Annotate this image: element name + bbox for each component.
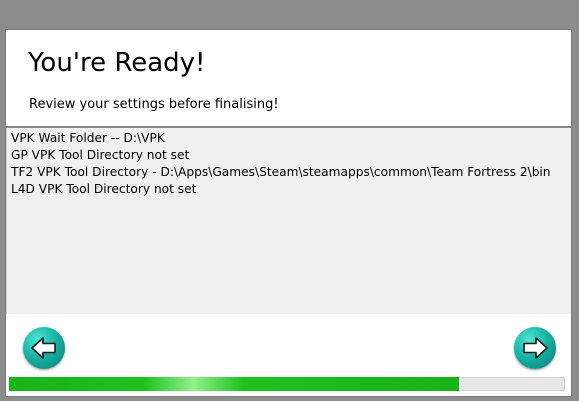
setting-line: TF2 VPK Tool Directory - D:\Apps\Games\S…: [11, 165, 551, 179]
arrow-right-icon: [523, 337, 548, 359]
arrow-left-icon: [31, 337, 56, 359]
setting-line: L4D VPK Tool Directory not set: [11, 182, 197, 196]
settings-list: VPK Wait Folder -- D:\VPK GP VPK Tool Di…: [7, 128, 571, 198]
page-title: You're Ready!: [28, 48, 206, 78]
wizard-window: You're Ready! Review your settings befor…: [6, 30, 571, 396]
setting-line: GP VPK Tool Directory not set: [11, 148, 190, 162]
back-button[interactable]: [23, 327, 65, 369]
wizard-footer: [6, 314, 571, 396]
next-button[interactable]: [514, 327, 556, 369]
settings-summary: VPK Wait Folder -- D:\VPK GP VPK Tool Di…: [6, 128, 571, 314]
setting-line: VPK Wait Folder -- D:\VPK: [11, 131, 165, 145]
page-subtitle: Review your settings before finalising!: [29, 97, 279, 112]
progress-bar: [9, 377, 565, 391]
progress-bar-fill: [9, 377, 460, 391]
wizard-header: You're Ready! Review your settings befor…: [6, 30, 571, 126]
